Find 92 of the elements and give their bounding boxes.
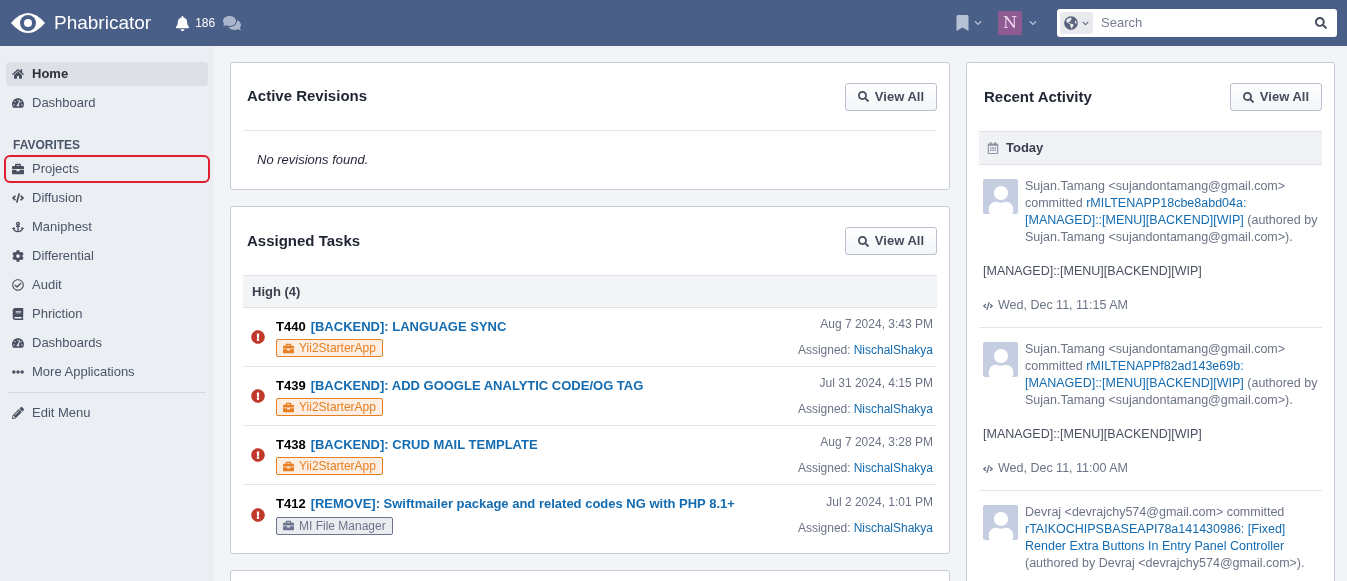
view-all-button[interactable]: View All [844, 227, 937, 255]
sidebar-item[interactable]: Dashboard [6, 91, 208, 115]
commit-link[interactable]: rMILTENAPP18cbe8abd04a: [1086, 196, 1247, 210]
priority-icon [251, 448, 265, 462]
task-date: Aug 7 2024, 3:43 PM [820, 316, 933, 333]
gear-icon [12, 250, 24, 262]
calendar-icon [987, 142, 999, 154]
commit-link[interactable]: rTAIKOCHIPSBASEAPI78a141430986: [Fixed] [1025, 522, 1286, 536]
profile-avatar[interactable]: N [998, 11, 1022, 35]
assignee-link[interactable]: NischalShakya [853, 459, 933, 477]
commit-link[interactable]: [MANAGED]::[MENU][BACKEND][WIP] [1025, 376, 1244, 390]
assigned-label: Assigned: [797, 519, 851, 537]
briefcase-icon [283, 520, 294, 532]
globe-icon [1064, 16, 1078, 30]
bookmark-icon[interactable] [956, 15, 969, 31]
assignee-link[interactable]: NischalShakya [853, 341, 933, 359]
sidebar-item[interactable]: More Applications [6, 360, 208, 384]
scope-selector[interactable] [1060, 12, 1093, 34]
dashboard-icon [12, 97, 24, 109]
sidebar-item[interactable]: Home [6, 62, 208, 86]
commit-link[interactable]: rMILTENAPPf82ad143e69b: [1086, 359, 1244, 373]
activity-time: Wed, Dec 11, 11:00 AM [998, 460, 1128, 477]
dashboard-icon [12, 337, 24, 349]
search-icon [857, 91, 869, 102]
activity-text: Devraj <devrajchy574@gmail.com> committed rTAIKOCHIPSBASEAPI78a141430986: [Fixed] Render Extra Buttons In Entry Panel Controller (authored by Devraj <devrajchy574@gmail.com>). [1025, 504, 1306, 572]
project-tag[interactable]: MI File Manager [276, 516, 393, 535]
sidebar-item[interactable]: Dashboards [6, 331, 208, 355]
task-date: Jul 31 2024, 4:15 PM [819, 375, 933, 392]
activity-time: Wed, Dec 11, 11:15 AM [998, 297, 1128, 314]
activity-text: Sujan.Tamang <sujandontamang@gmail.com> committed rMILTENAPP18cbe8abd04a: [MANAGED]::[MENU][BACKEND][WIP] (authored by Sujan.Tamang <sujandontamang@gmail.com>). [1025, 178, 1318, 246]
search-input[interactable]: Search [1101, 13, 1315, 33]
home-icon [12, 68, 24, 80]
priority-icon [251, 507, 265, 522]
activity-text: Sujan.Tamang <sujandontamang@gmail.com> committed rMILTENAPPf82ad143e69b: [MANAGED]::[MENU][BACKEND][WIP] (authored by Sujan.Tamang <sujandontamang@gmail.com>). [1025, 341, 1318, 409]
panel-title: Recent Activity [984, 86, 1092, 107]
sidebar-item[interactable]: Differential [6, 244, 208, 268]
pencil-icon [12, 407, 24, 419]
chevron-down-icon[interactable] [974, 19, 982, 27]
sidebar-item[interactable]: Audit [6, 273, 208, 297]
task-link[interactable]: [BACKEND]: LANGUAGE SYNC [310, 316, 507, 337]
search-icon [857, 235, 869, 247]
chevron-down-icon[interactable] [1029, 19, 1037, 27]
anchor-icon [12, 221, 24, 233]
day-title: Today [1006, 139, 1044, 158]
assignee-link[interactable]: NischalShakya [853, 518, 933, 537]
book-icon [12, 308, 24, 320]
assigned-label: Assigned: [797, 342, 851, 359]
assignee-link[interactable]: NischalShakya [853, 400, 933, 418]
priority-icon [251, 389, 265, 403]
task-link[interactable]: [REMOVE]: Swiftmailer package and related codes NG with PHP 8.1+ [310, 494, 735, 514]
sidebar-item[interactable]: Diffusion [6, 186, 208, 210]
task-date: Aug 7 2024, 3:28 PM [820, 434, 933, 451]
briefcase-icon [283, 342, 294, 354]
task-id: T440 [276, 317, 306, 336]
search-icon[interactable] [1315, 17, 1327, 29]
search-icon [1242, 91, 1254, 103]
task-id: T412 [276, 495, 306, 514]
briefcase-icon [12, 163, 24, 175]
brand-name[interactable]: Phabricator [54, 8, 152, 38]
notification-count[interactable]: 186 [195, 14, 216, 32]
code-icon [983, 300, 993, 311]
code-icon [983, 463, 993, 474]
section-heading: FAVORITES [12, 137, 82, 154]
view-all-button[interactable]: View All [1229, 83, 1322, 111]
task-link[interactable]: [BACKEND]: CRUD MAIL TEMPLATE [310, 434, 538, 455]
commit-message: [MANAGED]::[MENU][BACKEND][WIP] [983, 263, 1203, 280]
task-id: T439 [276, 376, 306, 395]
briefcase-icon [283, 401, 294, 413]
bell-icon[interactable] [175, 15, 191, 31]
panel-title: Active Revisions [247, 86, 368, 107]
sidebar-item[interactable]: Edit Menu [6, 401, 208, 425]
sidebar-item[interactable]: Maniphest [6, 215, 208, 239]
assigned-label: Assigned: [797, 460, 851, 477]
commit-link[interactable]: [MANAGED]::[MENU][BACKEND][WIP] [1025, 213, 1244, 227]
chat-icon[interactable] [223, 15, 242, 31]
task-id: T438 [276, 435, 306, 454]
panel-title: Assigned Tasks [247, 230, 361, 251]
search-bar[interactable]: Search [1057, 9, 1337, 37]
sidebar-item[interactable]: Phriction [6, 302, 208, 326]
commit-link[interactable]: Render Extra Buttons In Entry Panel Controller [1025, 539, 1285, 553]
code-icon [12, 192, 24, 204]
priority-icon [251, 330, 265, 344]
task-date: Jul 2 2024, 1:01 PM [826, 493, 933, 511]
assigned-label: Assigned: [797, 401, 851, 418]
empty-message: No revisions found. [257, 151, 369, 170]
view-all-button[interactable]: View All [844, 82, 937, 111]
task-link[interactable]: [BACKEND]: ADD GOOGLE ANALYTIC CODE/OG TAG [310, 375, 644, 396]
sidebar-item[interactable]: Projects [6, 157, 208, 181]
group-title: High (4) [252, 282, 301, 301]
commit-message: [MANAGED]::[MENU][BACKEND][WIP] [983, 426, 1203, 443]
chevron-down-icon [1082, 19, 1089, 27]
briefcase-icon [283, 460, 294, 472]
